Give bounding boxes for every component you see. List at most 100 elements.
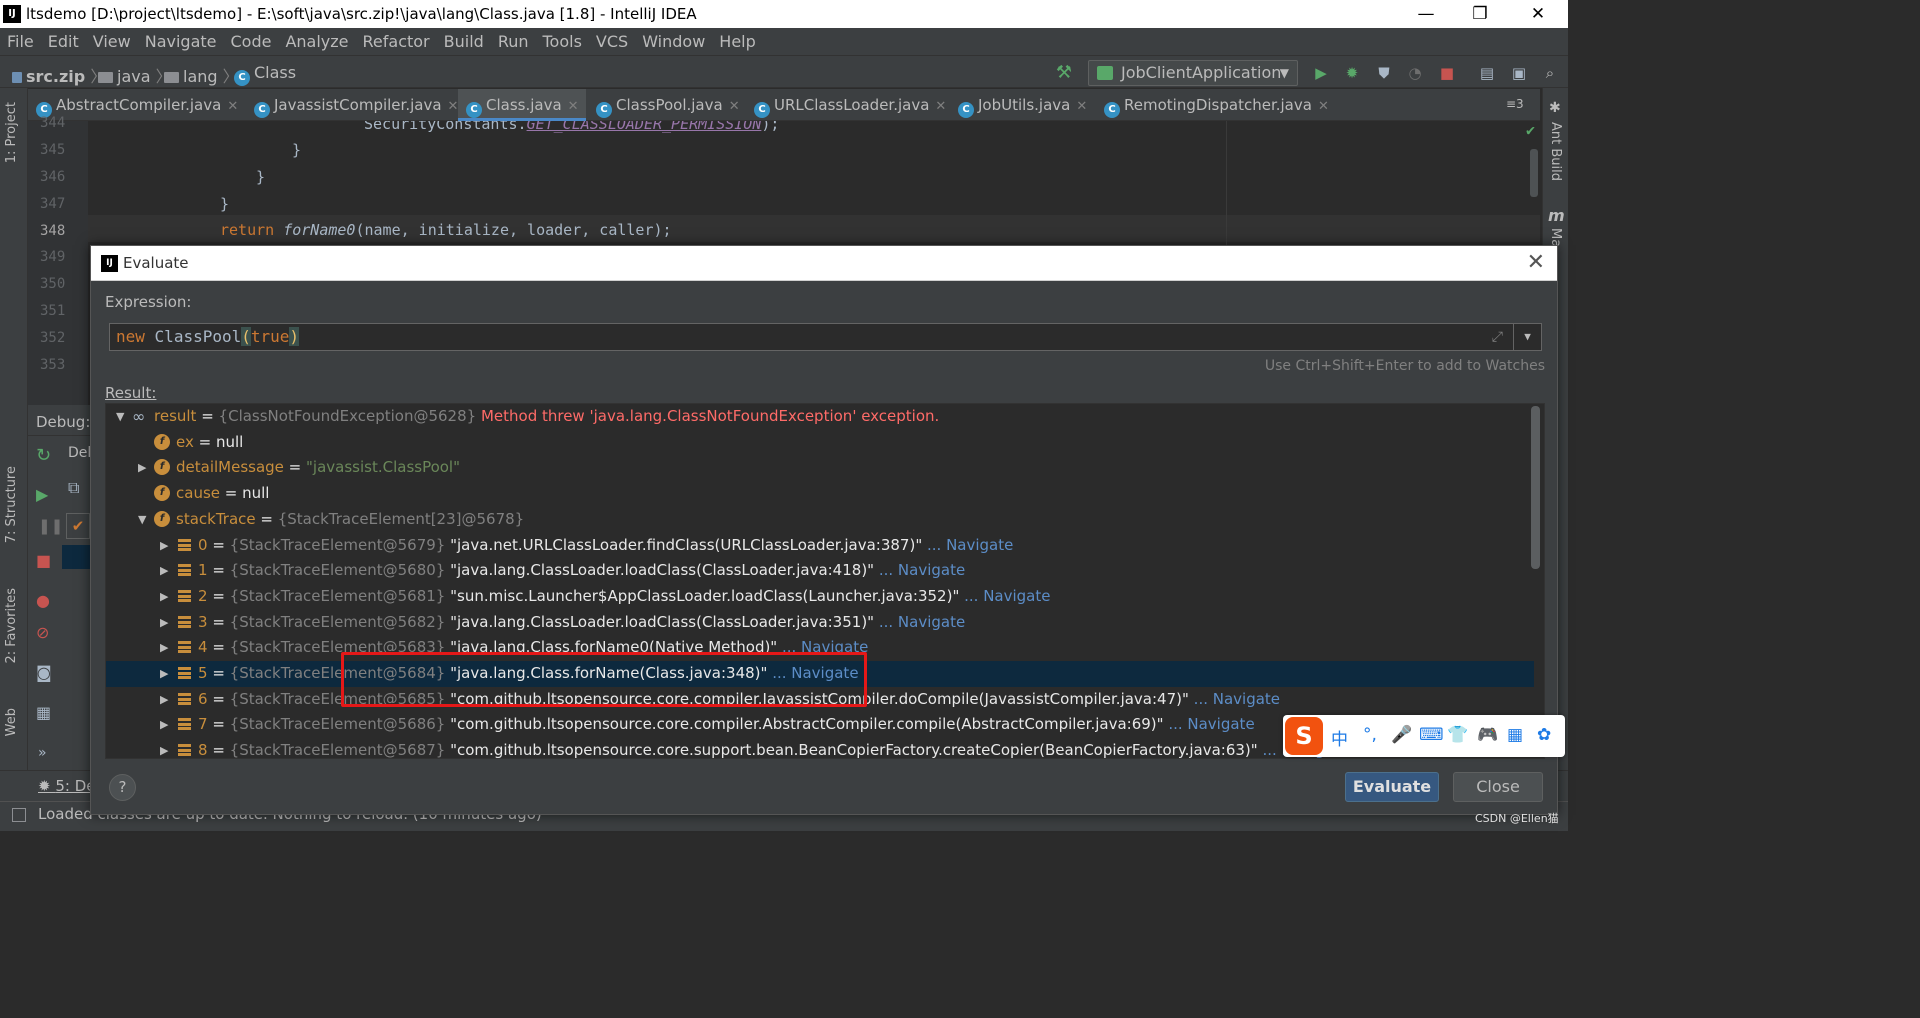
menu-tools[interactable]: Tools <box>543 32 582 51</box>
selected-frame[interactable] <box>62 545 92 569</box>
tab-jobutils[interactable]: C JobUtils.java ✕ <box>950 89 1094 121</box>
close-tab-icon[interactable]: ✕ <box>568 99 579 114</box>
tab-overflow-button[interactable]: ≡3 <box>1506 97 1524 111</box>
favorites-tool-tab[interactable]: 2: Favorites <box>4 588 19 664</box>
menu-help[interactable]: Help <box>719 32 755 51</box>
result-tree-row[interactable]: ▼ ∞ result = {ClassNotFoundException@5628}… <box>106 404 1534 430</box>
code-editor[interactable]: SecurityConstants.GET_CLASSLOADER_PERMIS… <box>88 121 1540 246</box>
camera-icon[interactable]: ◙ <box>36 663 52 682</box>
project-tool-tab[interactable]: 1: Project <box>4 102 19 163</box>
coverage-icon[interactable]: ⛊ <box>1375 64 1393 82</box>
result-tree-row[interactable]: f ex = null <box>106 430 1534 456</box>
evaluate-button[interactable]: Evaluate <box>1345 772 1439 802</box>
resume-icon[interactable]: ▶ <box>36 485 48 504</box>
toolbox-icon[interactable]: ▦ <box>1507 725 1523 745</box>
ant-build-tool-tab[interactable]: Ant Build <box>1548 122 1563 181</box>
menu-file[interactable]: File <box>7 32 34 51</box>
menu-build[interactable]: Build <box>444 32 484 51</box>
close-tab-icon[interactable]: ✕ <box>1318 99 1329 114</box>
mute-breakpoints-icon[interactable]: ⊘ <box>36 623 49 642</box>
close-tab-icon[interactable]: ✕ <box>729 99 740 114</box>
layout-icon[interactable]: ▦ <box>36 703 51 722</box>
search-everywhere-icon[interactable]: ⌕ <box>1541 64 1559 82</box>
result-tree-row[interactable]: ▶ f detailMessage = "javassist.ClassPool" <box>106 455 1534 481</box>
help-button[interactable]: ? <box>109 774 136 801</box>
menu-edit[interactable]: Edit <box>48 32 79 51</box>
collapse-triangle-icon[interactable]: ▼ <box>138 507 146 532</box>
microphone-icon[interactable]: 🎤 <box>1391 725 1412 745</box>
collapse-triangle-icon[interactable]: ▼ <box>116 404 124 429</box>
project-structure-icon[interactable]: ▤ <box>1478 64 1496 82</box>
navigate-link[interactable]: ... Navigate <box>922 536 1013 554</box>
keyboard-icon[interactable]: ⌨ <box>1419 725 1444 745</box>
expand-triangle-icon[interactable]: ▶ <box>160 533 168 558</box>
view-breakpoints-icon[interactable]: ● <box>36 591 50 610</box>
expand-triangle-icon[interactable]: ▶ <box>160 661 168 686</box>
structure-tool-tab[interactable]: 7: Structure <box>4 466 19 543</box>
expand-triangle-icon[interactable]: ▶ <box>160 635 168 660</box>
breadcrumb-src-zip[interactable]: src.zip 〉 <box>12 63 106 87</box>
run-icon[interactable]: ▶ <box>1312 64 1330 82</box>
thread-check-icon[interactable]: ✔ <box>66 513 90 539</box>
breadcrumb-java[interactable]: java 〉 <box>98 63 172 87</box>
menu-run[interactable]: Run <box>498 32 529 51</box>
profiler-icon[interactable]: ◔ <box>1406 64 1424 82</box>
menu-refactor[interactable]: Refactor <box>363 32 430 51</box>
expand-triangle-icon[interactable]: ▶ <box>138 455 146 480</box>
result-tree-row[interactable]: ▶ 3 = {StackTraceElement@5682} "java.lang… <box>106 610 1534 636</box>
navigate-link[interactable]: ... Navigate <box>959 587 1050 605</box>
tab-urlclassloader[interactable]: C URLClassLoader.java ✕ <box>746 89 946 121</box>
pause-icon[interactable]: ❚❚ <box>38 517 63 535</box>
expand-triangle-icon[interactable]: ▶ <box>160 610 168 635</box>
debug-bottom-tab[interactable]: ✹ 5: De <box>38 777 96 795</box>
breadcrumb-class[interactable]: C Class <box>234 63 296 86</box>
settings-icon[interactable]: ✿ <box>1537 725 1551 745</box>
close-tab-icon[interactable]: ✕ <box>935 99 946 114</box>
result-tree-row[interactable]: f cause = null <box>106 481 1534 507</box>
menu-vcs[interactable]: VCS <box>596 32 628 51</box>
editor-scrollbar[interactable] <box>1530 149 1538 197</box>
maven-tool-tab[interactable]: Maven <box>1548 228 1563 246</box>
result-scrollbar[interactable] <box>1531 406 1540 569</box>
tab-class-java[interactable]: C Class.java ✕ <box>458 89 586 121</box>
punctuation-button[interactable]: °, <box>1363 725 1377 745</box>
chinese-mode-button[interactable]: 中 <box>1331 725 1348 750</box>
expand-triangle-icon[interactable]: ▶ <box>160 712 168 737</box>
expression-input[interactable]: new ClassPool(true) ⤢ ▼ <box>109 323 1542 351</box>
menu-code[interactable]: Code <box>231 32 272 51</box>
game-icon[interactable]: 🎮 <box>1477 725 1498 745</box>
expand-triangle-icon[interactable]: ▶ <box>160 558 168 583</box>
tab-remoting-dispatcher[interactable]: C RemotingDispatcher.java ✕ <box>1096 89 1336 121</box>
stop-debug-icon[interactable]: ■ <box>36 551 51 570</box>
navigate-link[interactable]: ... Navigate <box>874 613 965 631</box>
close-tab-icon[interactable]: ✕ <box>227 99 238 114</box>
run-configuration-select[interactable]: JobClientApplication ▼ <box>1088 60 1298 86</box>
tool-windows-icon[interactable] <box>12 808 26 822</box>
navigate-link[interactable]: ... Navigate <box>874 561 965 579</box>
result-tree-row[interactable]: ▶ 2 = {StackTraceElement@5681} "sun.misc.… <box>106 584 1534 610</box>
close-dialog-icon[interactable]: ✕ <box>1527 250 1545 275</box>
menu-navigate[interactable]: Navigate <box>145 32 217 51</box>
navigate-link[interactable]: ... Navigate <box>1164 715 1254 733</box>
close-button[interactable]: Close <box>1453 772 1543 802</box>
build-hammer-icon[interactable]: ⚒ <box>1055 64 1073 82</box>
tab-javassist-compiler[interactable]: C JavassistCompiler.java ✕ <box>246 89 460 121</box>
maximize-button[interactable]: ❐ <box>1454 0 1506 28</box>
debug-bug-icon[interactable]: ✹ <box>1343 64 1361 82</box>
terminal-icon[interactable]: ▣ <box>1510 64 1528 82</box>
sogou-logo-icon[interactable]: S <box>1285 717 1323 755</box>
close-window-button[interactable]: ✕ <box>1512 0 1564 28</box>
tab-classpool[interactable]: C ClassPool.java ✕ <box>588 89 744 121</box>
menu-window[interactable]: Window <box>642 32 705 51</box>
menu-view[interactable]: View <box>93 32 131 51</box>
rerun-icon[interactable]: ↻ <box>36 445 51 466</box>
result-tree-row[interactable]: ▶ 0 = {StackTraceElement@5679} "java.net.… <box>106 533 1534 559</box>
navigate-link[interactable]: ... Navigate <box>1189 690 1280 708</box>
more-icon[interactable]: » <box>38 745 47 761</box>
frames-icon[interactable]: ⧉ <box>68 478 79 498</box>
expand-triangle-icon[interactable]: ▶ <box>160 687 168 712</box>
result-tree-row[interactable]: ▶ 1 = {StackTraceElement@5680} "java.lang… <box>106 558 1534 584</box>
history-dropdown-icon[interactable]: ▼ <box>1513 324 1541 350</box>
close-tab-icon[interactable]: ✕ <box>1076 99 1087 114</box>
expand-triangle-icon[interactable]: ▶ <box>160 584 168 609</box>
